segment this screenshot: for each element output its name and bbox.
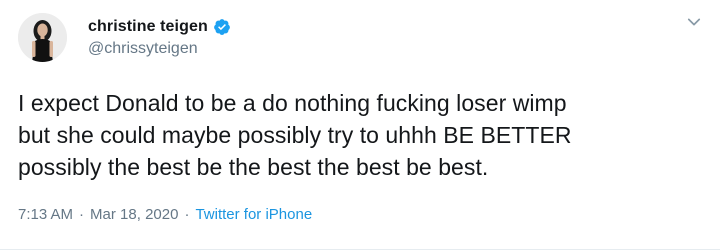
user-handle[interactable]: @chrissyteigen <box>88 40 231 58</box>
chevron-down-icon[interactable] <box>684 12 704 32</box>
tweet-meta: 7:13 AM · Mar 18, 2020 · Twitter for iPh… <box>18 206 312 223</box>
tweet-text: I expect Donald to be a do nothing fucki… <box>18 90 572 180</box>
avatar-image <box>18 12 67 62</box>
user-names: christine teigen @chrissyteigen <box>88 16 231 58</box>
tweet-time[interactable]: 7:13 AM <box>18 206 73 223</box>
tweet-header: christine teigen @chrissyteigen <box>18 12 231 62</box>
tweet-card: christine teigen @chrissyteigen I expect… <box>0 0 720 250</box>
meta-separator: · <box>184 206 190 223</box>
display-name[interactable]: christine teigen <box>88 18 208 36</box>
meta-separator: · <box>79 206 85 223</box>
tweet-date[interactable]: Mar 18, 2020 <box>90 206 178 223</box>
avatar[interactable] <box>18 12 67 62</box>
verified-badge-icon <box>213 18 231 36</box>
name-row: christine teigen <box>88 16 231 38</box>
tweet-source-link[interactable]: Twitter for iPhone <box>195 206 312 223</box>
